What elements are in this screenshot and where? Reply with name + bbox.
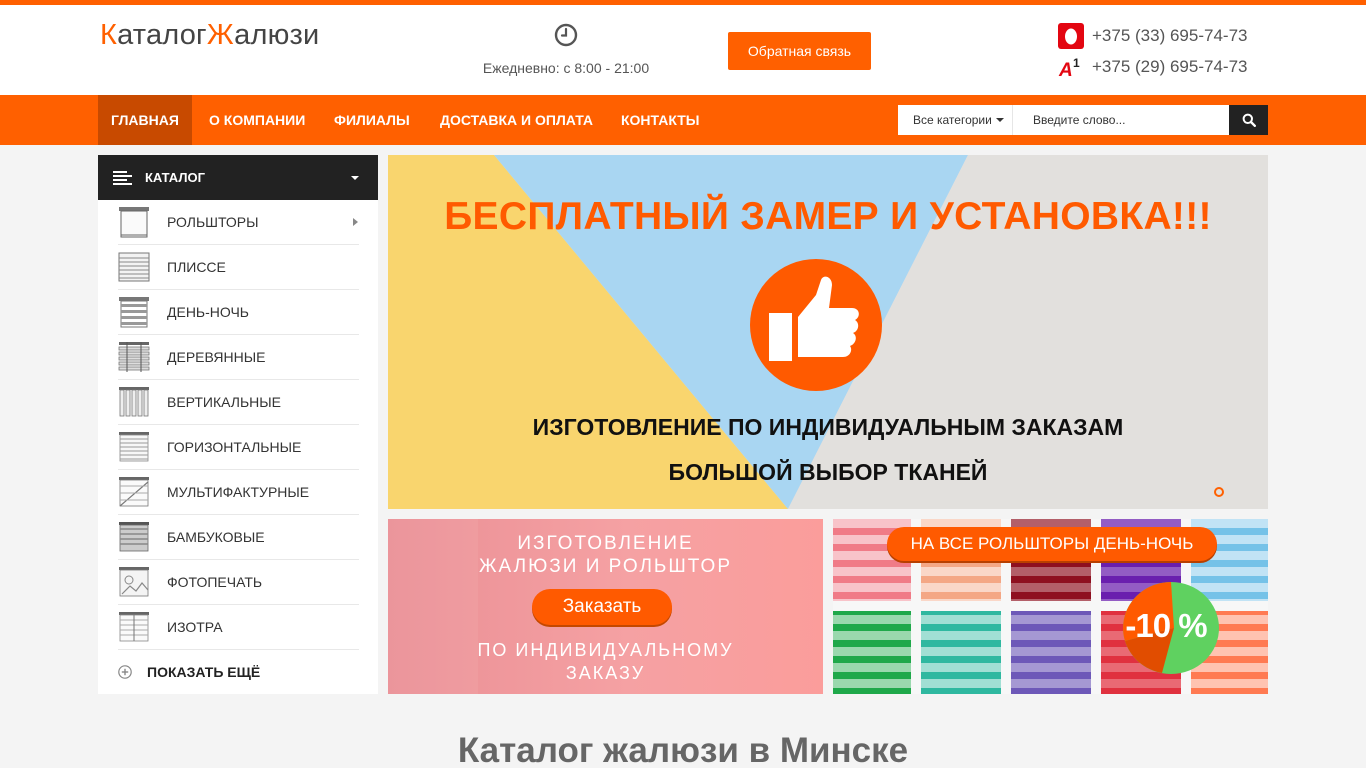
svg-text:1: 1 (1073, 56, 1080, 70)
catalog-title: Каталог (145, 170, 205, 185)
catalog-item-label: Рольшторы (167, 214, 259, 230)
logo-part-1: аталог (117, 19, 207, 51)
search-category-label: Все категории (913, 113, 992, 127)
nav-item-home[interactable]: Главная (98, 95, 192, 145)
multifactured-blind-icon (119, 477, 149, 507)
phone-number-mts: +375 (33) 695-74-73 (1092, 26, 1248, 45)
banner-custom-bottom-line-2: заказу (565, 663, 646, 683)
working-hours: Ежедневно: с 8:00 - 21:00 (466, 23, 666, 76)
catalog-item-label: Фотопечать (167, 574, 263, 590)
logo-part-2: алюзи (234, 19, 320, 51)
banner-custom-top-line-1: Изготовление (517, 533, 694, 554)
hero-subtitle-1: ИЗГОТОВЛЕНИЕ ПО ИНДИВИДУАЛЬНЫМ ЗАКАЗАМ (532, 414, 1124, 440)
show-more-label: Показать ещё (147, 664, 261, 680)
logo-letter-k: К (100, 19, 118, 51)
main-nav: Главная О компании Филиалы Доставка и оп… (0, 95, 1366, 145)
catalog-item-label: Деревянные (167, 349, 266, 365)
catalog-item-roller-blinds[interactable]: Рольшторы (118, 200, 359, 245)
site-logo[interactable]: КаталогЖалюзи (100, 19, 319, 52)
chevron-down-icon (995, 118, 1004, 122)
nav-item-branches[interactable]: Филиалы (334, 95, 410, 145)
bamboo-blind-icon (119, 522, 149, 552)
izotra-blind-icon (119, 612, 149, 642)
search-category-select[interactable]: Все категории (898, 105, 1013, 135)
menu-lines-icon (113, 170, 132, 185)
svg-text:A: A (1058, 60, 1073, 80)
hero-slider[interactable]: БЕСПЛАТНЫЙ ЗАМЕР И УСТАНОВКА!!! ИЗГОТОВЛ… (388, 155, 1268, 509)
phone-number-a1: +375 (29) 695-74-73 (1092, 57, 1248, 76)
working-hours-text: Ежедневно: с 8:00 - 21:00 (482, 60, 650, 76)
clock-icon (554, 23, 578, 47)
search-button[interactable] (1229, 105, 1268, 135)
catalog-item-label: Горизонтальные (167, 439, 302, 455)
catalog-item-wooden[interactable]: Деревянные (118, 335, 359, 380)
mts-icon (1058, 23, 1084, 49)
hero-title: БЕСПЛАТНЫЙ ЗАМЕР И УСТАНОВКА!!! (444, 195, 1212, 238)
catalog-item-label: День-Ночь (167, 304, 249, 320)
banner-custom-top: Изготовление жалюзи и рольштор (388, 532, 823, 578)
roller-blind-icon (119, 207, 149, 238)
catalog-item-pleated[interactable]: Плиссе (118, 245, 359, 290)
a1-icon: A 1 (1058, 56, 1080, 80)
catalog-sidebar: Каталог Рольшторы Плиссе День-Ночь Дерев… (98, 155, 378, 694)
wooden-blind-icon (118, 342, 150, 372)
chevron-right-icon (353, 218, 358, 226)
banner-custom-top-line-2: жалюзи и рольштор (478, 556, 733, 577)
order-button[interactable]: Заказать (532, 589, 672, 625)
catalog-item-label: Мультифактурные (167, 484, 310, 500)
banner-discount[interactable]: На все рольшторы день-ночь -10 % (833, 519, 1268, 694)
phone-a1[interactable]: A 1 +375 (29) 695-74-73 (1058, 54, 1247, 80)
chevron-down-icon (351, 176, 359, 180)
pleated-blind-icon (118, 252, 150, 282)
banner-custom-bottom: по индивидуальному заказу (388, 639, 823, 685)
vertical-blind-icon (119, 387, 149, 417)
catalog-item-label: Плиссе (167, 259, 226, 275)
catalog-item-day-night[interactable]: День-Ночь (118, 290, 359, 335)
search-bar: Все категории (898, 105, 1268, 135)
plus-circle-icon (118, 665, 132, 679)
catalog-item-horizontal[interactable]: Горизонтальные (118, 425, 359, 470)
catalog-item-bamboo[interactable]: Бамбуковые (118, 515, 359, 560)
catalog-item-label: Изотра (167, 619, 223, 635)
nav-item-delivery[interactable]: Доставка и оплата (440, 95, 593, 145)
catalog-item-vertical[interactable]: Вертикальные (118, 380, 359, 425)
site-header: КаталогЖалюзи Ежедневно: с 8:00 - 21:00 … (0, 5, 1366, 95)
discount-value: -10 % (1125, 607, 1207, 644)
hero-subtitle-2: БОЛЬШОЙ ВЫБОР ТКАНЕЙ (668, 459, 988, 485)
feedback-button[interactable]: Обратная связь (728, 32, 871, 70)
day-night-blind-icon (119, 297, 149, 328)
banner-discount-pill: На все рольшторы день-ночь (887, 527, 1217, 561)
catalog-item-izotra[interactable]: Изотра (118, 605, 359, 650)
horizontal-blind-icon (119, 432, 149, 462)
search-input[interactable] (1013, 105, 1229, 135)
nav-item-about[interactable]: О компании (209, 95, 305, 145)
slider-dot[interactable] (1214, 487, 1224, 497)
catalog-item-label: Вертикальные (167, 394, 282, 410)
search-icon (1242, 113, 1256, 127)
banner-custom-bottom-line-1: по индивидуальному (477, 640, 734, 660)
catalog-item-photoprint[interactable]: Фотопечать (118, 560, 359, 605)
catalog-header[interactable]: Каталог (98, 155, 378, 200)
banner-custom-order[interactable]: Изготовление жалюзи и рольштор Заказать … (388, 519, 823, 694)
photoprint-blind-icon (119, 567, 149, 597)
page-title: Каталог жалюзи в Минске (457, 731, 909, 768)
nav-item-contacts[interactable]: Контакты (621, 95, 699, 145)
show-more-button[interactable]: Показать ещё (118, 650, 359, 694)
logo-letter-zh: Ж (206, 19, 235, 51)
phone-mts[interactable]: +375 (33) 695-74-73 (1058, 23, 1247, 49)
catalog-item-multifactured[interactable]: Мультифактурные (118, 470, 359, 515)
catalog-item-label: Бамбуковые (167, 529, 265, 545)
